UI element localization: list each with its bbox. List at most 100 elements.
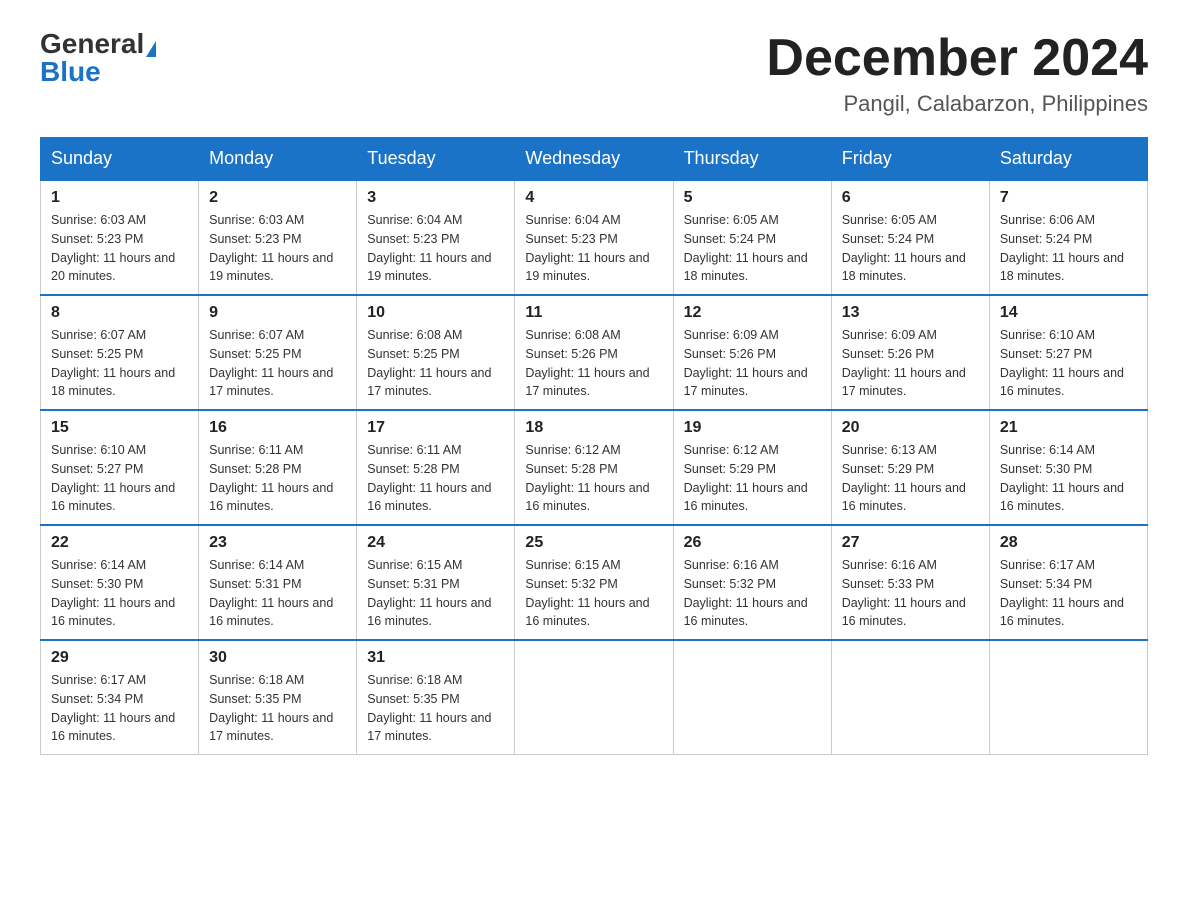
day-cell: 7 Sunrise: 6:06 AMSunset: 5:24 PMDayligh… — [989, 180, 1147, 295]
day-cell: 24 Sunrise: 6:15 AMSunset: 5:31 PMDaylig… — [357, 525, 515, 640]
day-info: Sunrise: 6:10 AMSunset: 5:27 PMDaylight:… — [1000, 328, 1124, 398]
day-number: 3 — [367, 189, 504, 207]
day-info: Sunrise: 6:11 AMSunset: 5:28 PMDaylight:… — [367, 443, 491, 513]
day-number: 5 — [684, 189, 821, 207]
day-number: 22 — [51, 534, 188, 552]
day-info: Sunrise: 6:04 AMSunset: 5:23 PMDaylight:… — [525, 213, 649, 283]
day-number: 20 — [842, 419, 979, 437]
day-number: 1 — [51, 189, 188, 207]
calendar-body: 1 Sunrise: 6:03 AMSunset: 5:23 PMDayligh… — [41, 180, 1148, 755]
day-number: 25 — [525, 534, 662, 552]
day-info: Sunrise: 6:06 AMSunset: 5:24 PMDaylight:… — [1000, 213, 1124, 283]
header-row: SundayMondayTuesdayWednesdayThursdayFrid… — [41, 138, 1148, 181]
logo-triangle-icon — [146, 41, 156, 57]
day-cell — [515, 640, 673, 755]
day-info: Sunrise: 6:12 AMSunset: 5:28 PMDaylight:… — [525, 443, 649, 513]
day-number: 7 — [1000, 189, 1137, 207]
day-cell: 17 Sunrise: 6:11 AMSunset: 5:28 PMDaylig… — [357, 410, 515, 525]
day-cell: 29 Sunrise: 6:17 AMSunset: 5:34 PMDaylig… — [41, 640, 199, 755]
day-cell: 11 Sunrise: 6:08 AMSunset: 5:26 PMDaylig… — [515, 295, 673, 410]
day-number: 28 — [1000, 534, 1137, 552]
month-title: December 2024 — [766, 30, 1148, 87]
day-number: 8 — [51, 304, 188, 322]
day-info: Sunrise: 6:14 AMSunset: 5:30 PMDaylight:… — [1000, 443, 1124, 513]
day-info: Sunrise: 6:11 AMSunset: 5:28 PMDaylight:… — [209, 443, 333, 513]
day-cell: 18 Sunrise: 6:12 AMSunset: 5:28 PMDaylig… — [515, 410, 673, 525]
day-cell: 19 Sunrise: 6:12 AMSunset: 5:29 PMDaylig… — [673, 410, 831, 525]
day-number: 19 — [684, 419, 821, 437]
header-cell-monday: Monday — [199, 138, 357, 181]
day-number: 30 — [209, 649, 346, 667]
day-cell: 12 Sunrise: 6:09 AMSunset: 5:26 PMDaylig… — [673, 295, 831, 410]
day-number: 16 — [209, 419, 346, 437]
day-cell: 20 Sunrise: 6:13 AMSunset: 5:29 PMDaylig… — [831, 410, 989, 525]
day-cell — [831, 640, 989, 755]
day-number: 29 — [51, 649, 188, 667]
day-cell — [989, 640, 1147, 755]
day-info: Sunrise: 6:17 AMSunset: 5:34 PMDaylight:… — [1000, 558, 1124, 628]
day-cell: 4 Sunrise: 6:04 AMSunset: 5:23 PMDayligh… — [515, 180, 673, 295]
week-row-3: 15 Sunrise: 6:10 AMSunset: 5:27 PMDaylig… — [41, 410, 1148, 525]
page-header: General Blue December 2024 Pangil, Calab… — [40, 30, 1148, 117]
day-info: Sunrise: 6:05 AMSunset: 5:24 PMDaylight:… — [684, 213, 808, 283]
header-cell-thursday: Thursday — [673, 138, 831, 181]
day-cell: 27 Sunrise: 6:16 AMSunset: 5:33 PMDaylig… — [831, 525, 989, 640]
logo-general-text: General — [40, 28, 144, 59]
day-cell: 9 Sunrise: 6:07 AMSunset: 5:25 PMDayligh… — [199, 295, 357, 410]
week-row-1: 1 Sunrise: 6:03 AMSunset: 5:23 PMDayligh… — [41, 180, 1148, 295]
calendar-header: SundayMondayTuesdayWednesdayThursdayFrid… — [41, 138, 1148, 181]
day-cell: 26 Sunrise: 6:16 AMSunset: 5:32 PMDaylig… — [673, 525, 831, 640]
day-number: 12 — [684, 304, 821, 322]
day-cell: 13 Sunrise: 6:09 AMSunset: 5:26 PMDaylig… — [831, 295, 989, 410]
day-cell: 3 Sunrise: 6:04 AMSunset: 5:23 PMDayligh… — [357, 180, 515, 295]
day-info: Sunrise: 6:14 AMSunset: 5:30 PMDaylight:… — [51, 558, 175, 628]
day-number: 27 — [842, 534, 979, 552]
day-info: Sunrise: 6:18 AMSunset: 5:35 PMDaylight:… — [367, 673, 491, 743]
calendar-table: SundayMondayTuesdayWednesdayThursdayFrid… — [40, 137, 1148, 755]
header-cell-sunday: Sunday — [41, 138, 199, 181]
day-info: Sunrise: 6:05 AMSunset: 5:24 PMDaylight:… — [842, 213, 966, 283]
day-cell: 1 Sunrise: 6:03 AMSunset: 5:23 PMDayligh… — [41, 180, 199, 295]
day-number: 26 — [684, 534, 821, 552]
header-cell-saturday: Saturday — [989, 138, 1147, 181]
day-number: 24 — [367, 534, 504, 552]
day-number: 18 — [525, 419, 662, 437]
title-block: December 2024 Pangil, Calabarzon, Philip… — [766, 30, 1148, 117]
day-number: 31 — [367, 649, 504, 667]
day-cell: 10 Sunrise: 6:08 AMSunset: 5:25 PMDaylig… — [357, 295, 515, 410]
day-cell: 25 Sunrise: 6:15 AMSunset: 5:32 PMDaylig… — [515, 525, 673, 640]
logo: General Blue — [40, 30, 156, 86]
week-row-5: 29 Sunrise: 6:17 AMSunset: 5:34 PMDaylig… — [41, 640, 1148, 755]
day-cell: 16 Sunrise: 6:11 AMSunset: 5:28 PMDaylig… — [199, 410, 357, 525]
day-cell: 14 Sunrise: 6:10 AMSunset: 5:27 PMDaylig… — [989, 295, 1147, 410]
day-info: Sunrise: 6:03 AMSunset: 5:23 PMDaylight:… — [209, 213, 333, 283]
day-number: 4 — [525, 189, 662, 207]
day-number: 11 — [525, 304, 662, 322]
day-info: Sunrise: 6:16 AMSunset: 5:32 PMDaylight:… — [684, 558, 808, 628]
day-cell: 21 Sunrise: 6:14 AMSunset: 5:30 PMDaylig… — [989, 410, 1147, 525]
day-number: 21 — [1000, 419, 1137, 437]
day-info: Sunrise: 6:16 AMSunset: 5:33 PMDaylight:… — [842, 558, 966, 628]
logo-blue-text: Blue — [40, 56, 101, 87]
day-cell — [673, 640, 831, 755]
day-number: 13 — [842, 304, 979, 322]
day-number: 23 — [209, 534, 346, 552]
day-cell: 31 Sunrise: 6:18 AMSunset: 5:35 PMDaylig… — [357, 640, 515, 755]
day-info: Sunrise: 6:08 AMSunset: 5:25 PMDaylight:… — [367, 328, 491, 398]
day-cell: 15 Sunrise: 6:10 AMSunset: 5:27 PMDaylig… — [41, 410, 199, 525]
day-cell: 22 Sunrise: 6:14 AMSunset: 5:30 PMDaylig… — [41, 525, 199, 640]
day-cell: 8 Sunrise: 6:07 AMSunset: 5:25 PMDayligh… — [41, 295, 199, 410]
logo-top: General — [40, 30, 156, 58]
day-cell: 23 Sunrise: 6:14 AMSunset: 5:31 PMDaylig… — [199, 525, 357, 640]
day-info: Sunrise: 6:09 AMSunset: 5:26 PMDaylight:… — [684, 328, 808, 398]
day-info: Sunrise: 6:12 AMSunset: 5:29 PMDaylight:… — [684, 443, 808, 513]
day-number: 9 — [209, 304, 346, 322]
day-info: Sunrise: 6:18 AMSunset: 5:35 PMDaylight:… — [209, 673, 333, 743]
day-info: Sunrise: 6:15 AMSunset: 5:32 PMDaylight:… — [525, 558, 649, 628]
day-info: Sunrise: 6:15 AMSunset: 5:31 PMDaylight:… — [367, 558, 491, 628]
day-info: Sunrise: 6:14 AMSunset: 5:31 PMDaylight:… — [209, 558, 333, 628]
day-info: Sunrise: 6:03 AMSunset: 5:23 PMDaylight:… — [51, 213, 175, 283]
day-number: 17 — [367, 419, 504, 437]
week-row-2: 8 Sunrise: 6:07 AMSunset: 5:25 PMDayligh… — [41, 295, 1148, 410]
day-number: 15 — [51, 419, 188, 437]
